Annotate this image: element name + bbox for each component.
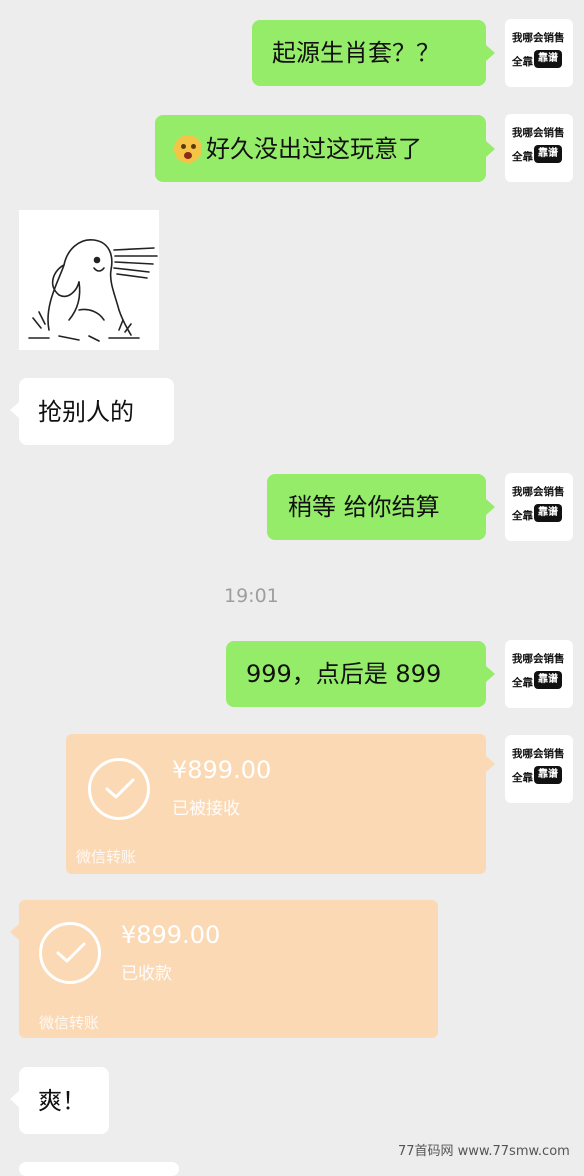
avatar-text: 全靠 [512,677,533,689]
bubble-tail [486,45,495,61]
avatar-text: 我哪会销售 [512,32,565,44]
transfer-label: 微信转账 [39,1014,100,1032]
transfer-amount: ¥899.00 [121,921,221,949]
message-bubble-sent[interactable]: 好久没出过这玩意了 [155,115,486,182]
avatar-badge: 靠谱 [534,766,562,784]
transfer-label: 微信转账 [76,848,137,866]
message-bubble-received[interactable]: 爽！ [19,1067,109,1134]
avatar-badge: 靠谱 [534,504,562,522]
message-bubble-sent[interactable]: 稍等 给你结算 [267,474,486,540]
avatar-text: 我哪会销售 [512,486,565,498]
avatar-text: 全靠 [512,56,533,68]
avatar-badge: 靠谱 [534,145,562,163]
avatar-text: 全靠 [512,151,533,163]
avatar-text: 全靠 [512,772,533,784]
transfer-status: 已被接收 [172,799,240,819]
sticker-image[interactable] [19,210,159,350]
bubble-tail [486,141,495,157]
message-bubble-received[interactable]: 抢别人的 [19,378,174,445]
message-bubble-sent[interactable]: 999，点后是 899 [226,641,486,707]
avatar-badge: 靠谱 [534,50,562,68]
seller-avatar[interactable]: 我哪会销售 全靠 靠谱 [505,640,573,708]
transfer-card-received[interactable]: ¥899.00 已收款 微信转账 [19,900,438,1038]
bubble-tail [486,756,495,772]
avatar-text: 全靠 [512,510,533,522]
message-text: 好久没出过这玩意了 [206,134,422,163]
transfer-amount: ¥899.00 [172,756,272,784]
sketch-figure-icon [28,239,158,342]
astonished-face-icon [174,134,202,163]
bubble-tail [10,402,19,418]
check-circle-icon [39,922,101,984]
transfer-card-sent[interactable]: ¥899.00 已被接收 微信转账 [66,734,486,874]
avatar-text: 我哪会销售 [512,748,565,760]
bubble-tail [486,499,495,515]
message-bubble-sent[interactable]: 起源生肖套？？ [252,20,486,86]
message-text: 抢别人的 [38,397,134,426]
seller-avatar[interactable]: 我哪会销售 全靠 靠谱 [505,114,573,182]
seller-avatar[interactable]: 我哪会销售 全靠 靠谱 [505,473,573,541]
bubble-tail [486,666,495,682]
transfer-status: 已收款 [121,964,172,984]
message-text: 爽！ [38,1086,86,1115]
bubble-tail [10,1091,19,1107]
avatar-text: 我哪会销售 [512,653,565,665]
chat-timestamp: 19:01 [224,585,279,607]
message-text: 起源生肖套？？ [272,39,440,67]
seller-avatar[interactable]: 我哪会销售 全靠 靠谱 [505,735,573,803]
timestamp-text: 19:01 [224,585,279,607]
seller-avatar[interactable]: 我哪会销售 全靠 靠谱 [505,19,573,87]
avatar-badge: 靠谱 [534,671,562,689]
bubble-tail [10,924,19,940]
check-circle-icon [88,758,150,820]
message-text: 稍等 给你结算 [288,493,440,521]
watermark-text: 77首码网 www.77smw.com [398,1144,570,1159]
avatar-text: 我哪会销售 [512,127,565,139]
message-text: 999，点后是 899 [246,660,442,688]
